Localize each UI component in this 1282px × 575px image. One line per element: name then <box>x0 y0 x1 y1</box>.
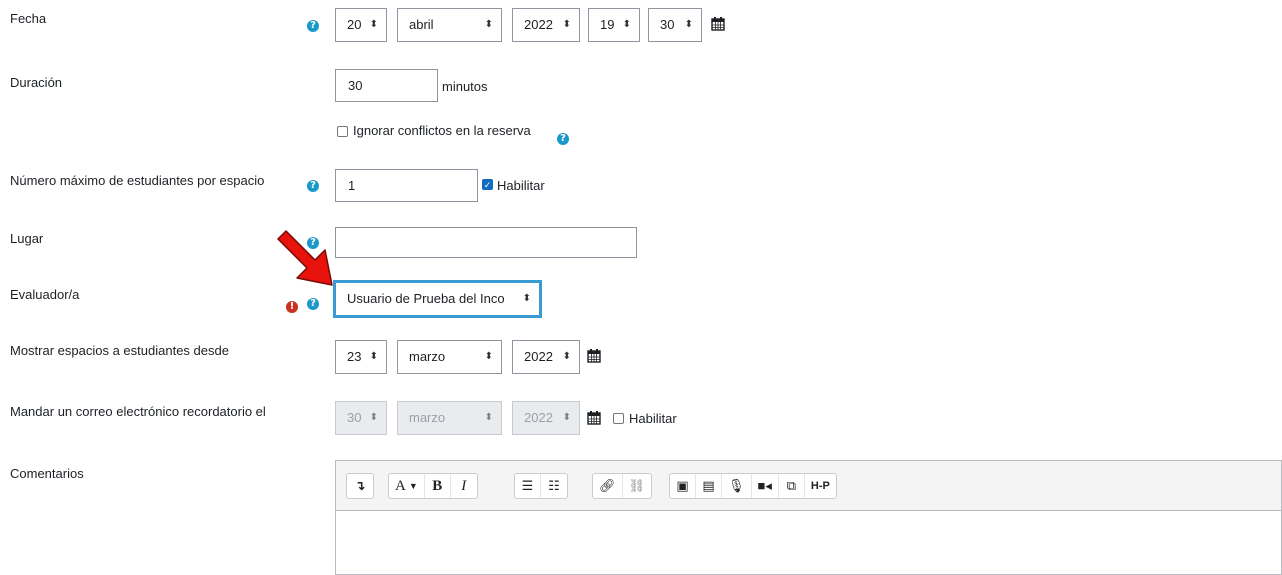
help-icon[interactable]: ? <box>307 298 319 310</box>
duracion-unit: minutos <box>442 79 488 94</box>
calendar-icon[interactable] <box>587 411 601 425</box>
calendar-icon[interactable] <box>711 17 725 31</box>
image-icon[interactable]: ▣ <box>670 474 696 498</box>
recordatorio-label: Mandar un correo electrónico recordatori… <box>10 404 266 419</box>
mostrar-month-value: marzo <box>409 349 446 364</box>
microphone-icon[interactable]: 🎙︎ <box>722 474 752 498</box>
chevron-updown-icon: ⬍ <box>369 412 378 423</box>
evaluador-label: Evaluador/a <box>10 287 80 302</box>
mostrar-year-select[interactable]: 2022 ⬍ <box>512 340 580 374</box>
toolbar-group-links: 🔗︎ ⛓︎ <box>592 473 653 499</box>
unordered-list-icon[interactable]: ☰ <box>515 474 541 498</box>
evaluador-select[interactable]: Usuario de Prueba del Inco ⬍ <box>333 280 542 318</box>
fecha-year-select[interactable]: 2022 ⬍ <box>512 8 580 42</box>
lugar-input[interactable] <box>335 227 637 258</box>
toolbar-group-collapse: ↴ <box>346 473 374 499</box>
recordatorio-day-value: 30 <box>347 410 362 425</box>
italic-button[interactable]: I <box>451 474 477 498</box>
error-icon: ! <box>286 301 298 313</box>
chevron-updown-icon: ⬍ <box>369 19 378 30</box>
help-icon[interactable]: ? <box>307 20 319 32</box>
conflictos-label: Ignorar conflictos en la reserva <box>353 123 531 138</box>
link-icon[interactable]: 🔗︎ <box>593 474 623 498</box>
mostrar-day-value: 23 <box>347 349 362 364</box>
comentarios-label: Comentarios <box>10 466 84 481</box>
mostrar-month-select[interactable]: marzo ⬍ <box>397 340 502 374</box>
fecha-month-select[interactable]: abril ⬍ <box>397 8 502 42</box>
unlink-icon[interactable]: ⛓︎ <box>623 474 652 498</box>
max-estudiantes-enable-checkbox[interactable]: ✓ <box>482 179 493 190</box>
chevron-updown-icon: ⬍ <box>562 412 571 423</box>
duracion-label: Duración <box>10 75 63 90</box>
recordatorio-month-select[interactable]: marzo ⬍ <box>397 401 502 435</box>
fecha-hour-select[interactable]: 19 ⬍ <box>588 8 640 42</box>
fecha-minute-select[interactable]: 30 ⬍ <box>648 8 702 42</box>
font-style-label: A <box>395 477 406 494</box>
fecha-day-select[interactable]: 20 ⬍ <box>335 8 387 42</box>
fecha-day-value: 20 <box>347 17 362 32</box>
toolbar-group-format: A ▼ B I <box>388 473 478 499</box>
conflictos-checkbox[interactable] <box>337 126 348 137</box>
fecha-label: Fecha <box>10 11 47 26</box>
max-estudiantes-label: Número máximo de estudiantes por espacio <box>10 173 265 188</box>
font-style-button[interactable]: A ▼ <box>389 474 425 498</box>
evaluador-value: Usuario de Prueba del Inco <box>347 291 505 306</box>
chevron-updown-icon: ⬍ <box>522 293 531 304</box>
media-icon[interactable]: ▤ <box>696 474 722 498</box>
fecha-hour-value: 19 <box>600 17 615 32</box>
chevron-updown-icon: ⬍ <box>369 351 378 362</box>
toolbar-group-media: ▣ ▤ 🎙︎ ■◂ ⧉ H-P <box>669 473 837 499</box>
editor-toolbar: ↴ A ▼ B I ☰ ☷ 🔗︎ ⛓︎ ▣ ▤ 🎙︎ ■◂ ⧉ H-P <box>336 461 1281 511</box>
chevron-updown-icon: ⬍ <box>562 351 571 362</box>
comentarios-editor[interactable]: ↴ A ▼ B I ☰ ☷ 🔗︎ ⛓︎ ▣ ▤ 🎙︎ ■◂ ⧉ H-P <box>335 460 1282 575</box>
chevron-updown-icon: ⬍ <box>684 19 693 30</box>
collapse-icon[interactable]: ↴ <box>347 474 373 498</box>
chevron-updown-icon: ⬍ <box>622 19 631 30</box>
recordatorio-year-value: 2022 <box>524 410 553 425</box>
help-icon[interactable]: ? <box>557 133 569 145</box>
recordatorio-month-value: marzo <box>409 410 446 425</box>
calendar-icon[interactable] <box>587 349 601 363</box>
h5p-icon[interactable]: H-P <box>805 474 836 498</box>
max-estudiantes-input[interactable]: 1 <box>335 169 478 202</box>
mostrar-year-value: 2022 <box>524 349 553 364</box>
mostrar-day-select[interactable]: 23 ⬍ <box>335 340 387 374</box>
toolbar-group-lists: ☰ ☷ <box>514 473 568 499</box>
bold-button[interactable]: B <box>425 474 451 498</box>
ordered-list-icon[interactable]: ☷ <box>541 474 567 498</box>
max-estudiantes-enable-label: Habilitar <box>497 178 545 193</box>
chevron-updown-icon: ⬍ <box>484 351 493 362</box>
fecha-year-value: 2022 <box>524 17 553 32</box>
mostrar-desde-label: Mostrar espacios a estudiantes desde <box>10 343 229 358</box>
duracion-input[interactable]: 30 <box>335 69 438 102</box>
manage-files-icon[interactable]: ⧉ <box>779 474 805 498</box>
recordatorio-day-select[interactable]: 30 ⬍ <box>335 401 387 435</box>
chevron-updown-icon: ⬍ <box>484 19 493 30</box>
recordatorio-year-select[interactable]: 2022 ⬍ <box>512 401 580 435</box>
chevron-updown-icon: ⬍ <box>562 19 571 30</box>
lugar-label: Lugar <box>10 231 44 246</box>
recordatorio-enable-checkbox[interactable] <box>613 413 624 424</box>
chevron-updown-icon: ⬍ <box>484 412 493 423</box>
video-icon[interactable]: ■◂ <box>752 474 779 498</box>
help-icon[interactable]: ? <box>307 180 319 192</box>
fecha-month-value: abril <box>409 17 434 32</box>
fecha-minute-value: 30 <box>660 17 675 32</box>
caret-down-icon: ▼ <box>408 481 418 491</box>
red-arrow <box>277 230 333 286</box>
recordatorio-enable-label: Habilitar <box>629 411 677 426</box>
